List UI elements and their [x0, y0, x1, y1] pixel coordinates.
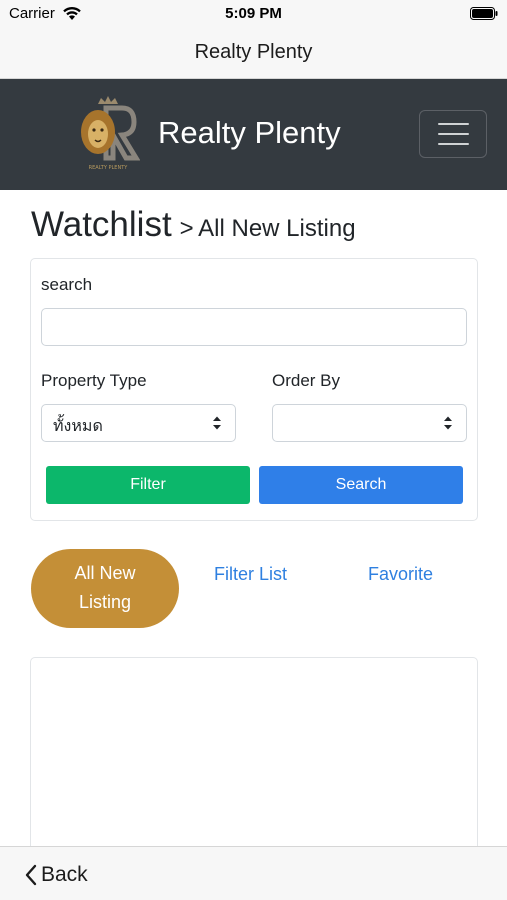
order-by-label: Order By — [272, 371, 341, 390]
back-button[interactable]: Back — [24, 862, 88, 888]
bottom-toolbar: Back — [0, 846, 507, 900]
status-time: 5:09 PM — [225, 5, 282, 22]
brand-name[interactable]: Realty Plenty — [158, 115, 341, 151]
back-label: Back — [41, 863, 88, 886]
tab-all-new-listing-line2: Listing — [78, 592, 132, 612]
battery-icon — [470, 7, 498, 20]
tab-all-new-listing-line1: All New — [74, 563, 136, 583]
property-type-value: ทั้งหมด — [53, 418, 103, 435]
status-bar: Carrier 5:09 PM — [0, 0, 507, 30]
tab-filter-list[interactable]: Filter List — [214, 564, 287, 585]
page-heading: Watchlist — [31, 205, 172, 244]
search-button[interactable]: Search — [259, 466, 463, 504]
page-subheading: All New Listing — [198, 215, 356, 242]
select-updown-icon — [213, 416, 221, 430]
property-type-select[interactable]: ทั้งหมด — [41, 404, 236, 442]
hamburger-bar-icon — [438, 123, 469, 125]
hamburger-bar-icon — [438, 143, 469, 145]
menu-toggle-button[interactable] — [419, 110, 487, 158]
property-type-label: Property Type — [41, 371, 147, 390]
tab-all-new-listing[interactable]: All New Listing — [31, 549, 179, 628]
chevron-left-icon — [25, 864, 37, 886]
search-label: search — [41, 275, 93, 294]
nav-bar: Realty Plenty — [0, 30, 507, 79]
nav-title: Realty Plenty — [194, 41, 313, 63]
lion-logo-icon[interactable]: REALTY PLENTY — [76, 96, 140, 172]
page-title: Watchlist > All New Listing — [31, 205, 356, 245]
logo-caption: REALTY PLENTY — [89, 165, 129, 171]
search-input[interactable] — [41, 308, 467, 346]
order-by-select[interactable] — [272, 404, 467, 442]
hamburger-bar-icon — [438, 133, 469, 135]
filter-button[interactable]: Filter — [46, 466, 250, 504]
heading-separator: > — [179, 215, 194, 242]
site-header: REALTY PLENTY Realty Plenty — [0, 79, 507, 190]
tab-favorite[interactable]: Favorite — [368, 564, 433, 585]
select-updown-icon — [444, 416, 452, 430]
filter-card: search Property Type ทั้งหมด Order By Fi… — [30, 258, 478, 521]
